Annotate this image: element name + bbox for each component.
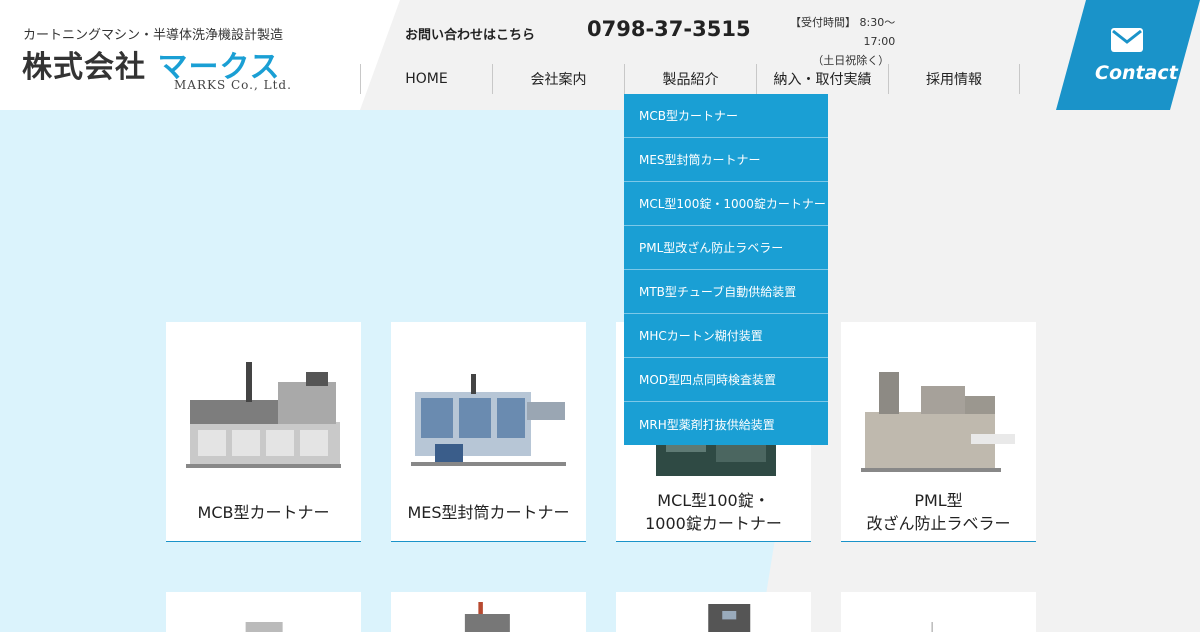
mail-icon (1111, 28, 1143, 52)
product-title-line-2: 1000錠カートナー (645, 514, 782, 533)
product-photo-mcb (186, 362, 341, 468)
nav-home[interactable]: HOME (360, 64, 492, 94)
products-dropdown: MCB型カートナー MES型封筒カートナー MCL型100錠・1000錠カートナ… (624, 94, 828, 445)
dropdown-item-mrh[interactable]: MRH型薬剤打抜供給装置 (624, 402, 828, 445)
logo-english: MARKS Co., Ltd. (174, 78, 292, 92)
logo-prefix: 株式会社 (22, 50, 146, 85)
product-photo (931, 622, 933, 632)
product-card-row2-2[interactable] (391, 592, 586, 632)
product-card-mes[interactable]: MES型封筒カートナー (391, 322, 586, 542)
product-photo (708, 604, 751, 632)
product-card-mcb[interactable]: MCB型カートナー (166, 322, 361, 542)
main-nav: HOME 会社案内 製品紹介 納入・取付実績 採用情報 (360, 64, 1020, 94)
product-photo (464, 602, 510, 632)
product-photo (245, 622, 283, 632)
dropdown-item-pml[interactable]: PML型改ざん防止ラベラー (624, 226, 828, 270)
dropdown-item-mtb[interactable]: MTB型チューブ自動供給装置 (624, 270, 828, 314)
product-title-line-1: MCL型100錠・ (657, 491, 770, 510)
product-photo-pml (861, 372, 1015, 472)
product-card-row2-3[interactable] (616, 592, 811, 632)
dropdown-item-mcl[interactable]: MCL型100錠・1000錠カートナー (624, 182, 828, 226)
phone-number[interactable]: 0798-37-3515 (587, 17, 751, 41)
product-title-line-2: 改ざん防止ラベラー (866, 514, 1011, 533)
nav-recruit[interactable]: 採用情報 (888, 64, 1020, 94)
hours-line-1: 【受付時間】 8:30〜 (790, 16, 896, 29)
product-photo-mes (411, 374, 566, 466)
contact-button-label: Contact (1095, 62, 1178, 84)
product-title-line-1: PML型 (914, 491, 963, 510)
hours-line-2: 17:00 (863, 35, 896, 48)
product-title-line-1: MES型封筒カートナー (407, 502, 570, 522)
dropdown-item-mcb[interactable]: MCB型カートナー (624, 94, 828, 138)
dropdown-item-mes[interactable]: MES型封筒カートナー (624, 138, 828, 182)
business-hours: 【受付時間】 8:30〜 17:00 （土日祝除く） (790, 13, 895, 70)
contact-label: お問い合わせはこちら (405, 28, 536, 43)
nav-results[interactable]: 納入・取付実績 (756, 64, 888, 94)
product-card-row2-1[interactable] (166, 592, 361, 632)
product-card-pml[interactable]: PML型 改ざん防止ラベラー (841, 322, 1036, 542)
product-card-row2-4[interactable] (841, 592, 1036, 632)
dropdown-item-mhc[interactable]: MHCカートン糊付装置 (624, 314, 828, 358)
nav-company[interactable]: 会社案内 (492, 64, 624, 94)
site-tagline: カートニングマシン・半導体洗浄機設計製造 (23, 28, 284, 43)
product-title-line-1: MCB型カートナー (197, 502, 330, 522)
nav-products[interactable]: 製品紹介 (624, 64, 756, 94)
dropdown-item-mod[interactable]: MOD型四点同時検査装置 (624, 358, 828, 402)
